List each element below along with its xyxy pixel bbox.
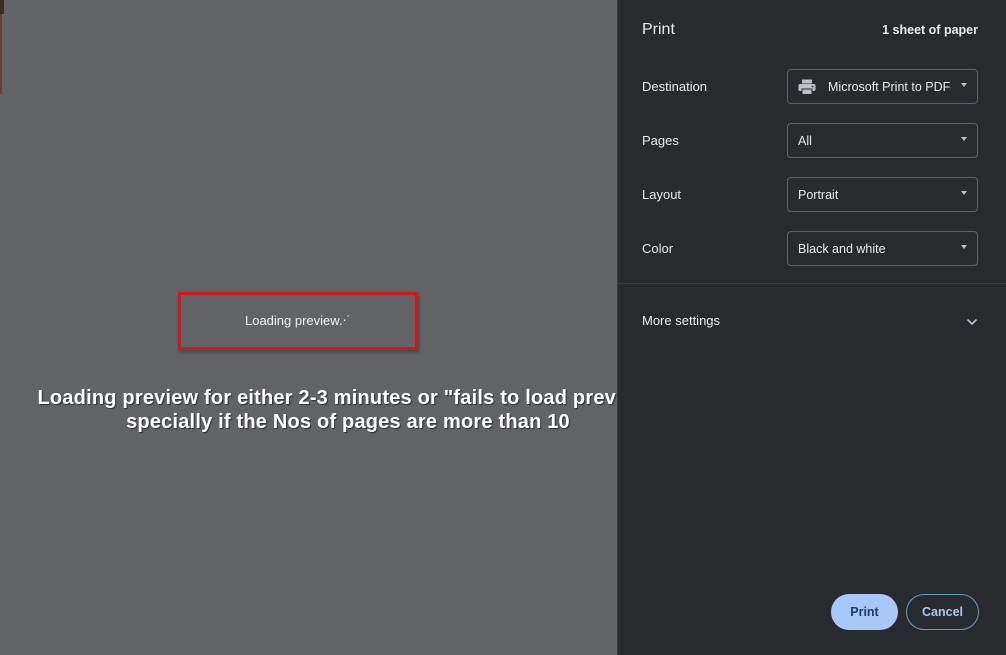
caret-down-icon bbox=[961, 245, 967, 249]
color-select[interactable]: Black and white bbox=[787, 231, 978, 266]
pages-select[interactable]: All bbox=[787, 123, 978, 158]
more-settings-toggle[interactable]: More settings bbox=[642, 304, 980, 336]
caret-down-icon bbox=[961, 191, 967, 195]
print-dialog: Loading preview.⋅˙ Loading preview for e… bbox=[0, 0, 1006, 655]
more-settings-label: More settings bbox=[642, 313, 721, 328]
annotation-line-1: Loading preview for either 2-3 minutes o… bbox=[37, 387, 659, 409]
color-label: Color bbox=[642, 241, 674, 256]
annotation-line-2: specially if the Nos of pages are more t… bbox=[126, 411, 570, 433]
destination-label: Destination bbox=[642, 79, 708, 94]
caret-down-icon bbox=[961, 83, 967, 87]
destination-select[interactable]: Microsoft Print to PDF bbox=[787, 69, 978, 104]
print-preview-area: Loading preview.⋅˙ bbox=[0, 0, 617, 655]
setting-row-layout: Layout Portrait bbox=[642, 177, 980, 213]
printer-icon bbox=[798, 79, 816, 95]
destination-value: Microsoft Print to PDF bbox=[828, 79, 951, 94]
color-value: Black and white bbox=[798, 241, 886, 256]
annotation-caption: Loading preview for either 2-3 minutes o… bbox=[0, 386, 696, 434]
setting-row-destination: Destination Microsoft Print to PDF bbox=[642, 69, 980, 105]
divider bbox=[618, 283, 1006, 284]
pages-label: Pages bbox=[642, 133, 679, 148]
layout-value: Portrait bbox=[798, 187, 839, 202]
print-button[interactable]: Print bbox=[831, 594, 898, 630]
pages-value: All bbox=[798, 133, 812, 148]
panel-header: Print 1 sheet of paper bbox=[642, 21, 978, 39]
sheet-count: 1 sheet of paper bbox=[882, 23, 978, 37]
layout-select[interactable]: Portrait bbox=[787, 177, 978, 212]
panel-title: Print bbox=[642, 21, 675, 38]
setting-row-color: Color Black and white bbox=[642, 231, 980, 267]
layout-label: Layout bbox=[642, 187, 682, 202]
print-settings-panel: Print 1 sheet of paper Destination Micro… bbox=[617, 0, 1006, 655]
window-edge bbox=[0, 0, 4, 14]
loading-preview-text: Loading preview.⋅˙ bbox=[244, 313, 352, 328]
window-edge bbox=[0, 14, 2, 94]
chevron-down-icon bbox=[966, 314, 978, 326]
caret-down-icon bbox=[961, 137, 967, 141]
loading-preview-highlight-box: Loading preview.⋅˙ bbox=[178, 292, 418, 350]
setting-row-pages: Pages All bbox=[642, 123, 980, 159]
cancel-button[interactable]: Cancel bbox=[906, 594, 979, 630]
